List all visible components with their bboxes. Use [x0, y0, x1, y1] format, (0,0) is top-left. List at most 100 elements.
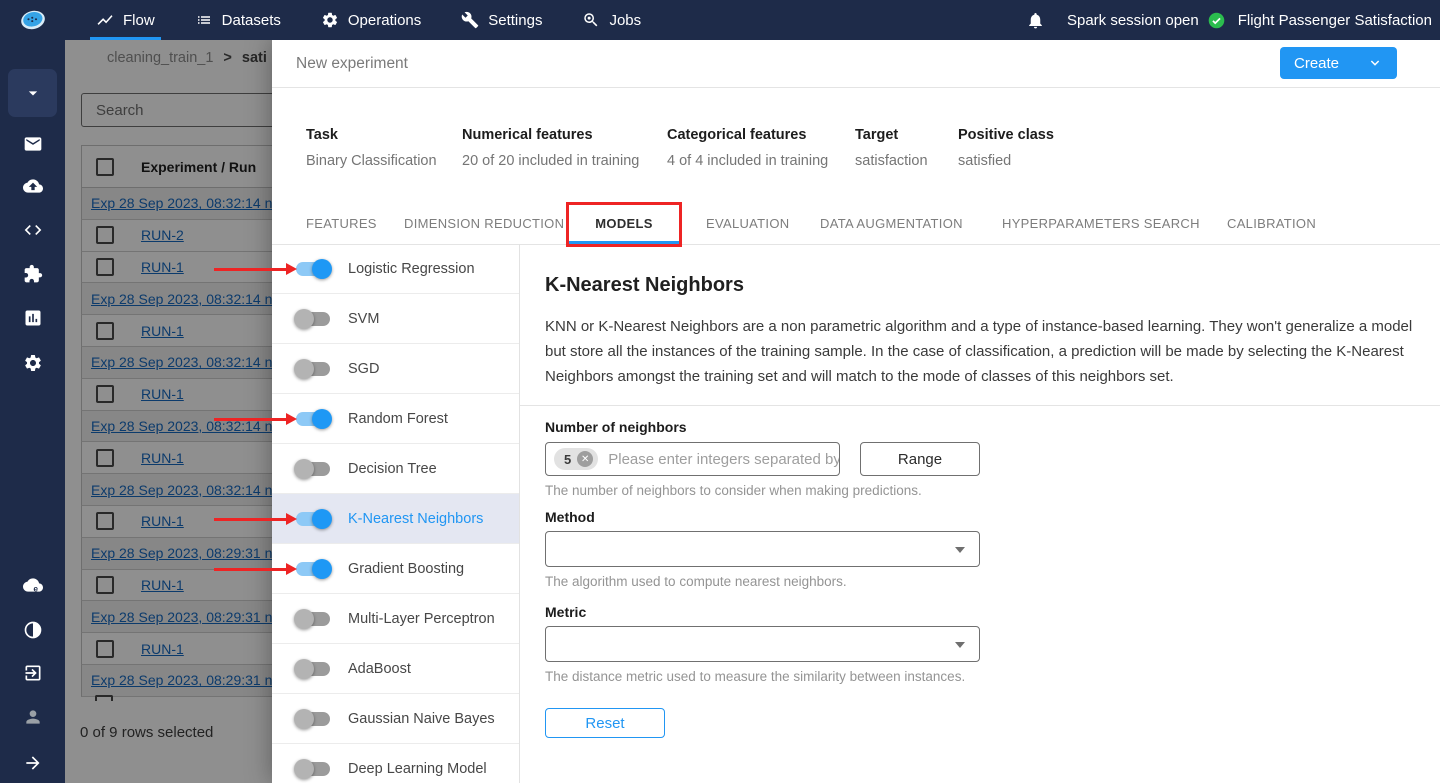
caret-down-icon: [955, 547, 965, 553]
bell-icon[interactable]: [1026, 11, 1045, 30]
model-row-adaboost[interactable]: AdaBoost: [272, 644, 519, 694]
model-label: Gaussian Naive Bayes: [348, 710, 495, 727]
model-description: KNN or K-Nearest Neighbors are a non par…: [545, 318, 1413, 385]
nav-operations[interactable]: Operations: [301, 0, 441, 40]
jobs-icon: [582, 11, 600, 29]
metric-helper: The distance metric used to measure the …: [545, 669, 966, 684]
app-root: Flow Datasets Operations Settings Jobs Spark…: [0, 0, 1440, 783]
model-toggle[interactable]: [296, 258, 332, 279]
nav-right: Spark session open Flight Passenger Sati…: [1026, 11, 1440, 30]
model-row-gradient-boosting[interactable]: Gradient Boosting: [272, 544, 519, 594]
model-row-decision-tree[interactable]: Decision Tree: [272, 444, 519, 494]
method-helper: The algorithm used to compute nearest ne…: [545, 574, 847, 589]
model-toggle[interactable]: [294, 708, 330, 729]
nav-datasets[interactable]: Datasets: [175, 0, 301, 40]
model-toggle[interactable]: [294, 308, 330, 329]
gear-icon[interactable]: [0, 353, 65, 373]
cloud-upload-icon[interactable]: [0, 176, 65, 196]
gear-icon: [321, 11, 339, 29]
cloud-e-icon[interactable]: e: [0, 575, 65, 595]
model-list: Logistic Regression SVM SGD Random Forest De…: [272, 244, 520, 783]
section-divider: [520, 405, 1440, 406]
nav-settings[interactable]: Settings: [441, 0, 562, 40]
neighbors-input[interactable]: 5 Please enter integers separated by: [545, 442, 840, 476]
model-toggle[interactable]: [294, 458, 330, 479]
summary-numerical-features: Numerical features 20 of 20 included in t…: [462, 127, 640, 169]
tab-models[interactable]: MODELS: [567, 203, 681, 244]
model-label: Decision Tree: [348, 460, 437, 477]
model-label: AdaBoost: [348, 660, 411, 677]
chart-icon[interactable]: [0, 308, 65, 328]
chip-remove-icon[interactable]: [577, 451, 594, 467]
left-sidebar: e: [0, 40, 65, 783]
model-label: Deep Learning Model: [348, 760, 487, 777]
model-toggle[interactable]: [296, 558, 332, 579]
model-settings-panel: K-Nearest Neighbors KNN or K-Nearest Nei…: [520, 244, 1440, 783]
model-row-random-forest[interactable]: Random Forest: [272, 394, 519, 444]
range-button[interactable]: Range: [860, 442, 980, 476]
create-button-label: Create: [1294, 54, 1340, 72]
list-icon: [195, 11, 213, 29]
experiment-summary: Task Binary Classification Numerical featu…: [272, 127, 1440, 187]
code-icon[interactable]: [0, 220, 65, 240]
model-toggle[interactable]: [296, 508, 332, 529]
new-experiment-modal: New experiment Create Task Binary Classif…: [272, 40, 1440, 783]
tab-features[interactable]: FEATURES: [306, 203, 377, 244]
model-row-multi-layer-perceptron[interactable]: Multi-Layer Perceptron: [272, 594, 519, 644]
tab-dimension-reduction[interactable]: DIMENSION REDUCTION: [404, 203, 564, 244]
login-icon[interactable]: [0, 663, 65, 683]
spark-session-status: Spark session open: [1067, 12, 1225, 29]
model-toggle[interactable]: [294, 658, 330, 679]
summary-positive-class: Positive class satisfied: [958, 127, 1054, 169]
model-toggle[interactable]: [294, 758, 330, 779]
svg-text:e: e: [33, 583, 38, 593]
model-toggle[interactable]: [294, 608, 330, 629]
method-select[interactable]: [545, 531, 980, 567]
model-row-k-nearest-neighbors[interactable]: K-Nearest Neighbors: [272, 494, 519, 544]
reset-button[interactable]: Reset: [545, 708, 665, 738]
summary-task: Task Binary Classification: [306, 127, 437, 169]
contrast-icon[interactable]: [0, 620, 65, 640]
spark-status-text: Spark session open: [1066, 11, 1199, 29]
model-toggle[interactable]: [296, 408, 332, 429]
neighbors-chip-value: 5: [564, 451, 572, 467]
chevron-down-icon: [1370, 60, 1380, 66]
summary-categorical-features: Categorical features 4 of 4 included in t…: [667, 127, 829, 169]
dataiku-logo[interactable]: [0, 0, 65, 40]
neighbors-placeholder: Please enter integers separated by: [608, 450, 840, 468]
modal-tabs: FEATURES DIMENSION REDUCTION MODELS EVALUAT…: [272, 203, 1440, 245]
wrench-icon: [461, 11, 479, 29]
user-icon[interactable]: [0, 707, 65, 727]
nav-jobs[interactable]: Jobs: [562, 0, 661, 40]
tab-hyperparameters-search[interactable]: HYPERPARAMETERS SEARCH: [1002, 203, 1200, 244]
model-row-svm[interactable]: SVM: [272, 294, 519, 344]
chevron-down-icon[interactable]: [0, 83, 65, 103]
neighbors-label: Number of neighbors: [545, 419, 687, 435]
inbox-icon[interactable]: [0, 134, 65, 154]
model-row-logistic-regression[interactable]: Logistic Regression: [272, 244, 519, 294]
nav-flow[interactable]: Flow: [76, 0, 175, 40]
project-title: Flight Passenger Satisfaction: [1237, 11, 1432, 29]
top-nav: Flow Datasets Operations Settings Jobs Spark…: [0, 0, 1440, 40]
model-label: K-Nearest Neighbors: [348, 510, 484, 527]
model-row-deep-learning-model[interactable]: Deep Learning Model: [272, 744, 519, 783]
model-label: Random Forest: [348, 410, 448, 427]
check-circle-icon: [1208, 12, 1225, 28]
tab-data-augmentation[interactable]: DATA AUGMENTATION: [820, 203, 963, 244]
tab-evaluation[interactable]: EVALUATION: [706, 203, 789, 244]
modal-backdrop[interactable]: [65, 40, 272, 783]
create-button[interactable]: Create: [1280, 47, 1397, 79]
flow-icon: [96, 11, 114, 29]
metric-select[interactable]: [545, 626, 980, 662]
model-row-sgd[interactable]: SGD: [272, 344, 519, 394]
model-settings-title: K-Nearest Neighbors: [545, 274, 744, 296]
caret-down-icon: [955, 642, 965, 648]
tab-calibration[interactable]: CALIBRATION: [1227, 203, 1316, 244]
model-row-gaussian-naive-bayes[interactable]: Gaussian Naive Bayes: [272, 694, 519, 744]
model-label: Logistic Regression: [348, 260, 475, 277]
model-toggle[interactable]: [294, 358, 330, 379]
model-label: SGD: [348, 360, 380, 377]
arrow-right-icon[interactable]: [0, 753, 65, 773]
plugin-icon[interactable]: [0, 264, 65, 284]
neighbors-helper: The number of neighbors to consider when…: [545, 483, 922, 498]
